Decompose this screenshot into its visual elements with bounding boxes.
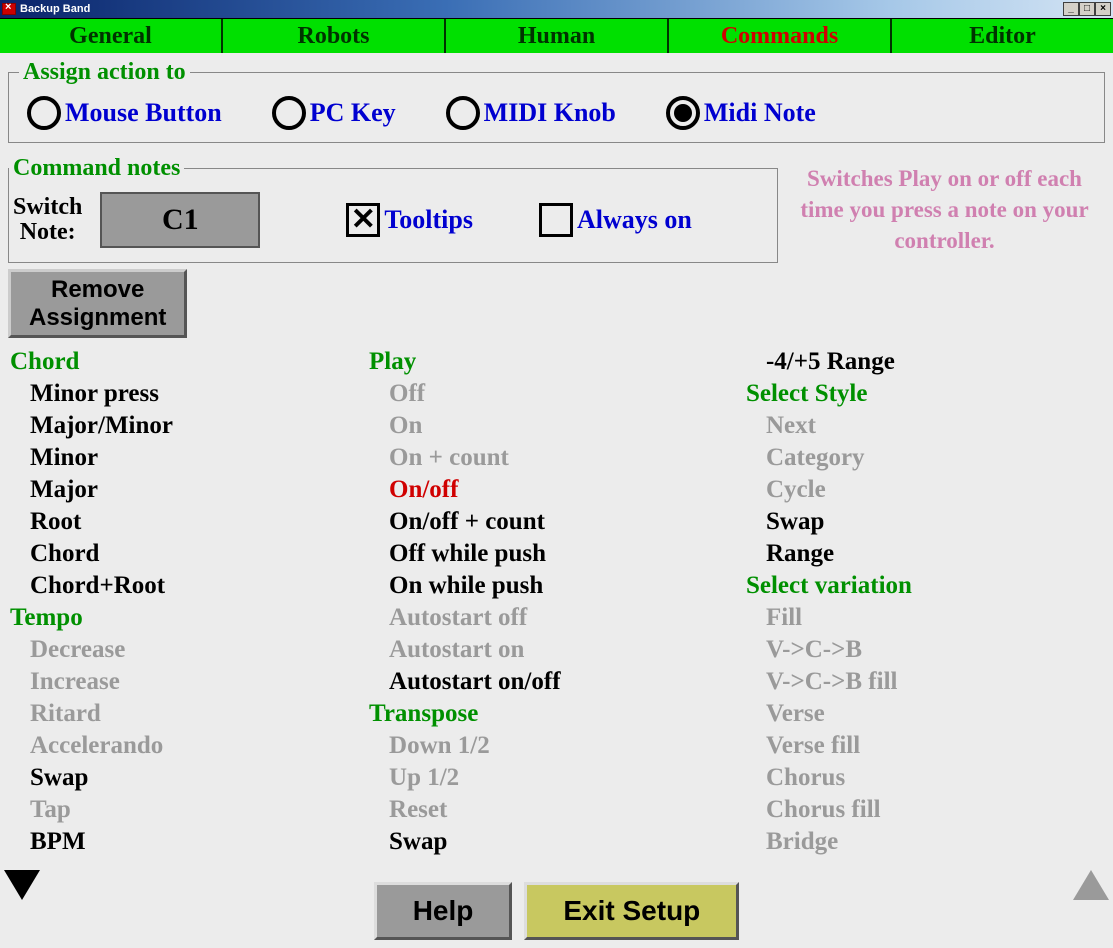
list-item[interactable]: Fill [746, 602, 1105, 634]
radio-label: Midi Note [704, 98, 816, 128]
list-item[interactable]: Major/Minor [10, 410, 369, 442]
list-item[interactable]: BPM [10, 826, 369, 858]
radio-pc-key[interactable]: PC Key [272, 96, 396, 130]
list-item[interactable]: V->C->B fill [746, 666, 1105, 698]
list-item[interactable]: Up 1/2 [369, 762, 746, 794]
radio-label: Mouse Button [65, 98, 222, 128]
command-notes-group: Command notes Switch Note: C1 ✕ Tooltips… [8, 155, 778, 263]
radio-icon [666, 96, 700, 130]
help-button[interactable]: Help [374, 882, 513, 940]
category-play: Play [369, 346, 746, 378]
radio-midi-note[interactable]: Midi Note [666, 96, 816, 130]
switch-note-value[interactable]: C1 [100, 192, 260, 248]
list-item[interactable]: Accelerando [10, 730, 369, 762]
radio-label: MIDI Knob [484, 98, 616, 128]
radio-icon [272, 96, 306, 130]
tab-robots[interactable]: Robots [223, 19, 446, 53]
category-transpose: Transpose [369, 698, 746, 730]
assign-legend: Assign action to [19, 59, 190, 86]
always-on-checkbox[interactable]: Always on [539, 203, 692, 237]
category-tempo: Tempo [10, 602, 369, 634]
category-select-style: Select Style [746, 378, 1105, 410]
list-item[interactable]: Down 1/2 [369, 730, 746, 762]
list-item[interactable]: Root [10, 506, 369, 538]
assign-action-group: Assign action to Mouse Button PC Key MID… [8, 59, 1105, 143]
radio-icon [27, 96, 61, 130]
command-list: Chord Minor press Major/Minor Minor Majo… [8, 346, 1105, 858]
checkbox-icon [539, 203, 573, 237]
checkbox-label: Always on [577, 205, 692, 235]
footer-buttons: Help Exit Setup [0, 882, 1113, 940]
list-item[interactable]: Off while push [369, 538, 746, 570]
list-item[interactable]: Swap [10, 762, 369, 794]
minimize-button[interactable]: _ [1063, 2, 1079, 16]
list-item[interactable]: -4/+5 Range [746, 346, 1105, 378]
tab-general[interactable]: General [0, 19, 223, 53]
list-item[interactable]: Cycle [746, 474, 1105, 506]
exit-setup-button[interactable]: Exit Setup [524, 882, 739, 940]
list-item[interactable]: Minor press [10, 378, 369, 410]
remove-assignment-button[interactable]: RemoveAssignment [8, 269, 187, 338]
list-item[interactable]: On/off + count [369, 506, 746, 538]
list-item[interactable]: V->C->B [746, 634, 1105, 666]
checkbox-label: Tooltips [384, 205, 473, 235]
list-item[interactable]: On while push [369, 570, 746, 602]
hint-text: Switches Play on or off each time you pr… [794, 155, 1105, 256]
tooltips-checkbox[interactable]: ✕ Tooltips [346, 203, 473, 237]
list-item[interactable]: Off [369, 378, 746, 410]
window-close-icon-left[interactable] [2, 3, 16, 15]
list-item[interactable]: On [369, 410, 746, 442]
maximize-button[interactable]: □ [1079, 2, 1095, 16]
radio-label: PC Key [310, 98, 396, 128]
list-item[interactable]: Category [746, 442, 1105, 474]
list-item[interactable]: Range [746, 538, 1105, 570]
list-item[interactable]: Next [746, 410, 1105, 442]
list-item[interactable]: Chorus [746, 762, 1105, 794]
list-item[interactable]: On + count [369, 442, 746, 474]
tab-human[interactable]: Human [446, 19, 669, 53]
switch-note-label: Switch Note: [13, 195, 82, 245]
list-item[interactable]: Verse fill [746, 730, 1105, 762]
list-item[interactable]: Autostart off [369, 602, 746, 634]
tab-bar: General Robots Human Commands Editor [0, 18, 1113, 53]
list-item[interactable]: Increase [10, 666, 369, 698]
list-item[interactable]: Autostart on [369, 634, 746, 666]
list-item[interactable]: Major [10, 474, 369, 506]
list-item-selected[interactable]: On/off [369, 474, 746, 506]
list-item[interactable]: Minor [10, 442, 369, 474]
column-1: Chord Minor press Major/Minor Minor Majo… [10, 346, 369, 858]
list-item[interactable]: Swap [746, 506, 1105, 538]
list-item[interactable]: Decrease [10, 634, 369, 666]
category-select-variation: Select variation [746, 570, 1105, 602]
list-item[interactable]: Verse [746, 698, 1105, 730]
tab-commands[interactable]: Commands [669, 19, 892, 53]
radio-midi-knob[interactable]: MIDI Knob [446, 96, 616, 130]
column-2: Play Off On On + count On/off On/off + c… [369, 346, 746, 858]
tab-editor[interactable]: Editor [892, 19, 1113, 53]
checkbox-icon: ✕ [346, 203, 380, 237]
list-item[interactable]: Tap [10, 794, 369, 826]
column-3: -4/+5 Range Select Style Next Category C… [746, 346, 1105, 858]
radio-mouse-button[interactable]: Mouse Button [27, 96, 222, 130]
list-item[interactable]: Swap [369, 826, 746, 858]
radio-icon [446, 96, 480, 130]
list-item[interactable]: Chorus fill [746, 794, 1105, 826]
list-item[interactable]: Bridge [746, 826, 1105, 858]
close-button[interactable]: × [1095, 2, 1111, 16]
window-title: Backup Band [20, 3, 90, 15]
category-chord: Chord [10, 346, 369, 378]
list-item[interactable]: Ritard [10, 698, 369, 730]
list-item[interactable]: Reset [369, 794, 746, 826]
window-titlebar: Backup Band _ □ × [0, 0, 1113, 18]
list-item[interactable]: Autostart on/off [369, 666, 746, 698]
notes-legend: Command notes [9, 155, 184, 182]
list-item[interactable]: Chord+Root [10, 570, 369, 602]
list-item[interactable]: Chord [10, 538, 369, 570]
